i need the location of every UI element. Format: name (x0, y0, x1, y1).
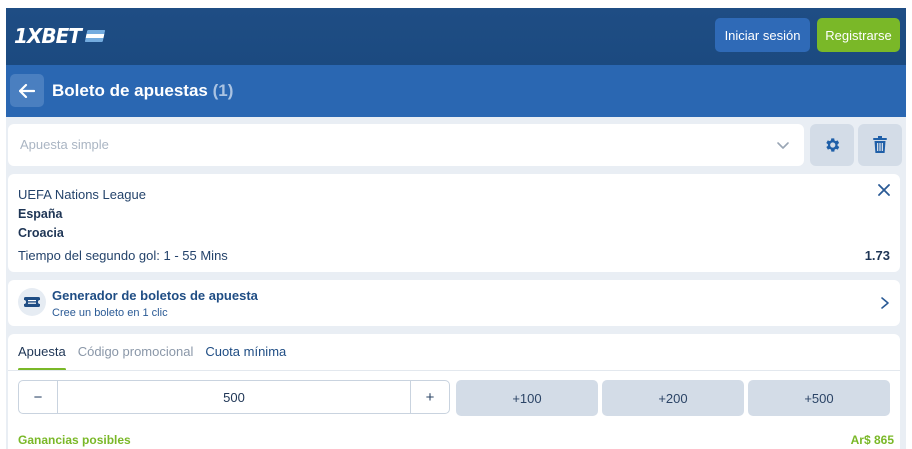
bet-type-placeholder: Apuesta simple (20, 137, 109, 152)
chevron-down-icon (777, 142, 789, 149)
event-team-away: Croacia (18, 226, 64, 240)
event-team-home: España (18, 207, 63, 221)
stake-input[interactable]: 500 (57, 381, 411, 413)
event-market: Tiempo del segundo gol: 1 - 55 Mins (18, 248, 228, 263)
trash-icon (873, 136, 887, 153)
stake-stepper: − 500 + (18, 380, 450, 414)
decrease-stake-button[interactable]: − (19, 381, 58, 413)
bet-type-select[interactable]: Apuesta simple (8, 124, 804, 166)
ticket-icon (18, 288, 46, 316)
register-button[interactable]: Registrarse (817, 18, 900, 52)
tab-promo-code[interactable]: Código promocional (78, 344, 194, 371)
tabs-divider (8, 370, 900, 371)
delete-all-button[interactable] (858, 124, 902, 166)
possible-winnings-value: Ar$ 865 (850, 433, 894, 447)
back-button[interactable] (10, 74, 44, 107)
bet-tabs: Apuesta Código promocional Cuota mínima (18, 344, 286, 371)
bet-event-card: UEFA Nations League España Croacia Tiemp… (8, 174, 900, 272)
tab-bet[interactable]: Apuesta (18, 344, 66, 371)
chevron-right-icon (881, 297, 889, 309)
top-header: 1XBET Iniciar sesión Registrarse (6, 8, 906, 65)
argentina-flag-icon (84, 30, 106, 42)
bet-count: (1) (212, 81, 234, 100)
generator-subtitle: Cree un boleto en 1 clic (52, 307, 168, 319)
page-title: Boleto de apuestas (1) (52, 81, 233, 101)
ticket-generator-card[interactable]: Generador de boletos de apuesta Cree un … (8, 280, 900, 326)
quick-add-500-button[interactable]: +500 (748, 380, 890, 416)
event-league: UEFA Nations League (18, 187, 146, 202)
possible-winnings-label: Ganancias posibles (18, 433, 131, 447)
betslip-page: 1XBET Iniciar sesión Registrarse Boleto … (6, 8, 906, 449)
gear-icon (826, 138, 840, 152)
logo[interactable]: 1XBET (14, 24, 106, 48)
quick-add-100-button[interactable]: +100 (456, 380, 598, 416)
login-button[interactable]: Iniciar sesión (715, 18, 810, 52)
event-odds: 1.73 (864, 248, 890, 263)
logo-text: 1XBET (14, 24, 82, 48)
generator-title: Generador de boletos de apuesta (52, 288, 258, 303)
quick-add-200-button[interactable]: +200 (602, 380, 744, 416)
increase-stake-button[interactable]: + (410, 381, 449, 413)
bet-form-card: Apuesta Código promocional Cuota mínima … (8, 334, 900, 449)
settings-button[interactable] (810, 124, 854, 166)
page-title-text: Boleto de apuestas (52, 81, 208, 100)
close-icon[interactable] (878, 184, 890, 196)
tab-min-odds[interactable]: Cuota mínima (205, 344, 286, 371)
betslip-titlebar: Boleto de apuestas (1) (6, 65, 906, 117)
arrow-left-icon (19, 83, 35, 98)
